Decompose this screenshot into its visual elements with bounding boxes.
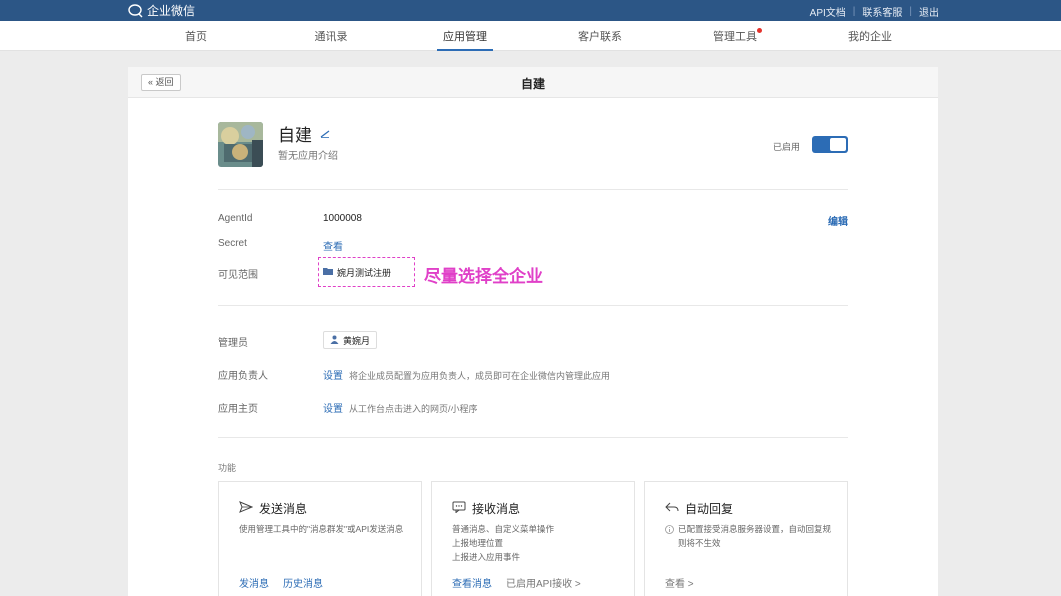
receive-message-title: 接收消息 xyxy=(472,502,521,516)
nav-management-tools[interactable]: 管理工具 xyxy=(695,21,775,51)
admin-value: 黄婉月 xyxy=(343,335,371,346)
folder-icon xyxy=(323,267,333,277)
desc-line: 上报地理位置 xyxy=(452,538,504,548)
card-title: 发送消息 xyxy=(239,500,307,517)
scope-chip[interactable]: 婉月测试注册 xyxy=(323,264,391,280)
card-title: 自动回复 xyxy=(665,500,733,517)
nav-my-enterprise[interactable]: 我的企业 xyxy=(830,21,910,51)
info-icon xyxy=(665,524,674,550)
admin-chip[interactable]: 黄婉月 xyxy=(323,331,378,349)
owner-description: 将企业成员配置为应用负责人，成员即可在企业微信内管理此应用 xyxy=(349,371,611,381)
edit-pencil-icon[interactable] xyxy=(320,127,330,141)
nav-home[interactable]: 首页 xyxy=(156,21,236,51)
view-auto-reply-link[interactable]: 查看 > xyxy=(665,575,694,590)
reply-icon xyxy=(665,501,679,516)
status-label: 已启用 xyxy=(773,142,801,152)
agentid-label: AgentId xyxy=(218,213,253,224)
panel-title: 自建 xyxy=(520,77,545,91)
annotation-text: 尽量选择全企业 xyxy=(424,267,543,286)
desc-line: 使用管理工具中的"消息群发"或API发送消息 xyxy=(239,524,404,534)
owner-row: 设置 将企业成员配置为应用负责人，成员即可在企业微信内管理此应用 xyxy=(323,367,610,382)
separator: | xyxy=(852,6,856,17)
app-name: 自建 xyxy=(278,126,312,145)
auto-reply-title: 自动回复 xyxy=(685,502,734,516)
receive-message-card: 接收消息 普通消息、自定义菜单操作 上报地理位置 上报进入应用事件 查看消息 已… xyxy=(431,481,635,596)
nav-contacts[interactable]: 通讯录 xyxy=(291,21,371,51)
logo[interactable]: 企业微信 xyxy=(128,2,195,19)
separator: | xyxy=(909,6,912,17)
desc-line: 上报进入应用事件 xyxy=(452,552,521,562)
admin-label: 管理员 xyxy=(218,338,248,349)
logout-link[interactable]: 退出 xyxy=(919,4,939,19)
send-message-title: 发送消息 xyxy=(259,502,308,516)
panel-header: « 返回 自建 xyxy=(128,67,938,98)
edit-button[interactable]: 编辑 xyxy=(828,213,848,228)
notification-dot xyxy=(757,28,762,33)
main-nav: 首页 通讯录 应用管理 客户联系 管理工具 我的企业 xyxy=(0,21,1061,51)
view-messages-link[interactable]: 查看消息 xyxy=(452,575,492,590)
home-description: 从工作台点击进入的网页/小程序 xyxy=(349,404,478,414)
card-description: 已配置接受消息服务器设置，自动回复规则将不生效 xyxy=(665,522,835,550)
card-description: 普通消息、自定义菜单操作 上报地理位置 上报进入应用事件 xyxy=(452,522,622,564)
card-description: 使用管理工具中的"消息群发"或API发送消息 xyxy=(239,522,409,536)
contact-support-link[interactable]: 联系客服 xyxy=(862,4,902,19)
api-receive-status-link[interactable]: 已启用API接收 > xyxy=(506,575,581,590)
scope-label: 可见范围 xyxy=(218,270,258,281)
send-icon xyxy=(239,501,254,516)
secret-view-link[interactable]: 查看 xyxy=(323,238,343,253)
desc-line: 已配置接受消息服务器设置，自动回复规则将不生效 xyxy=(678,524,832,548)
history-message-link[interactable]: 历史消息 xyxy=(283,575,323,590)
nav-app-management[interactable]: 应用管理 xyxy=(425,21,505,51)
card-title: 接收消息 xyxy=(452,500,520,517)
chat-bubble-icon xyxy=(128,3,144,18)
owner-label: 应用负责人 xyxy=(218,371,268,382)
app-description: 暂无应用介绍 xyxy=(278,151,338,162)
divider xyxy=(218,437,848,438)
send-message-card: 发送消息 使用管理工具中的"消息群发"或API发送消息 发消息 历史消息 xyxy=(218,481,422,596)
divider xyxy=(218,305,848,306)
message-icon xyxy=(452,501,466,516)
app-icon xyxy=(218,122,263,167)
card-links: 发消息 历史消息 xyxy=(239,575,323,590)
send-message-link[interactable]: 发消息 xyxy=(239,575,269,590)
scope-value: 婉月测试注册 xyxy=(337,267,392,278)
api-docs-link[interactable]: API文档 xyxy=(810,4,846,19)
top-links: API文档 | 联系客服 | 退出 xyxy=(810,4,939,19)
secret-label: Secret xyxy=(218,238,247,249)
divider xyxy=(218,189,848,190)
toggle-knob xyxy=(830,138,846,151)
agentid-value: 1000008 xyxy=(323,213,362,224)
top-bar: 企业微信 API文档 | 联系客服 | 退出 xyxy=(0,0,1061,21)
card-links: 查看 > xyxy=(665,575,694,590)
auto-reply-card: 自动回复 已配置接受消息服务器设置，自动回复规则将不生效 查看 > xyxy=(644,481,848,596)
user-icon xyxy=(330,335,339,346)
logo-text: 企业微信 xyxy=(147,4,196,18)
home-set-link[interactable]: 设置 xyxy=(323,404,343,415)
enable-toggle[interactable] xyxy=(812,136,848,153)
features-label: 功能 xyxy=(218,463,237,473)
card-links: 查看消息 已启用API接收 > xyxy=(452,575,581,590)
home-row: 设置 从工作台点击进入的网页/小程序 xyxy=(323,400,478,415)
owner-set-link[interactable]: 设置 xyxy=(323,371,343,382)
desc-line: 普通消息、自定义菜单操作 xyxy=(452,524,555,534)
nav-customer-contact[interactable]: 客户联系 xyxy=(560,21,640,51)
home-label: 应用主页 xyxy=(218,404,258,415)
